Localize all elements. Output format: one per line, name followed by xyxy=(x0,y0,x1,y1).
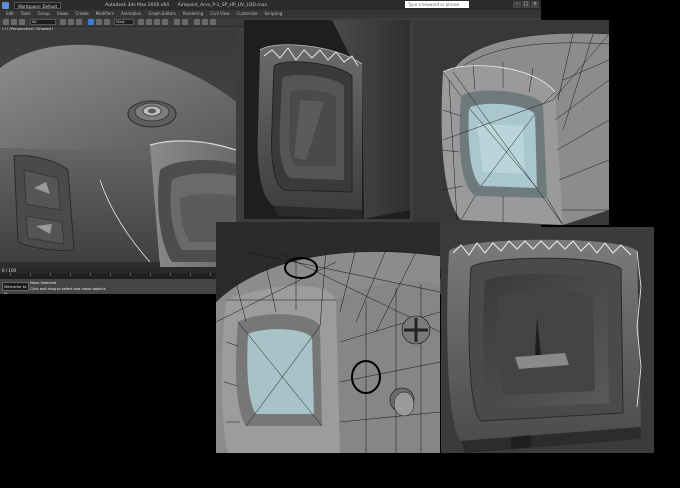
render-window-closeup xyxy=(441,227,654,453)
app-logo-icon[interactable] xyxy=(2,1,9,9)
prompt-line: Click and drag to select and move object… xyxy=(30,287,106,291)
menu-civil-view[interactable]: Civil View xyxy=(210,10,229,18)
menu-views[interactable]: Views xyxy=(57,10,69,18)
rim-render-image xyxy=(244,20,410,219)
render-setup-icon[interactable] xyxy=(202,19,208,25)
menu-edit[interactable]: Edit xyxy=(6,10,14,18)
window-closeup-image xyxy=(441,227,654,453)
perspective-viewport[interactable] xyxy=(0,30,236,267)
window-title-app: Autodesk 3ds Max 2016 x64 xyxy=(105,2,170,8)
pivot-icon[interactable] xyxy=(138,19,144,25)
search-input[interactable]: Type a keyword or phrase xyxy=(405,1,469,8)
render-icon[interactable] xyxy=(210,19,216,25)
rect-selection-icon[interactable] xyxy=(76,19,82,25)
rotate-icon[interactable] xyxy=(96,19,102,25)
close-icon[interactable]: × xyxy=(531,1,539,8)
shaded-model-render xyxy=(0,30,236,267)
mirror-icon[interactable] xyxy=(174,19,180,25)
menu-bar: Edit Tools Group Views Create Modifiers … xyxy=(0,10,541,18)
move-icon[interactable] xyxy=(88,19,94,25)
render-wireframe-back xyxy=(216,222,440,453)
menu-graph-editors[interactable]: Graph Editors xyxy=(148,10,175,18)
menu-scripting[interactable]: Scripting xyxy=(265,10,283,18)
wireframe-glass-image xyxy=(413,20,609,225)
menu-group[interactable]: Group xyxy=(38,10,50,18)
selection-filter-dropdown[interactable]: All xyxy=(30,19,56,25)
undo-icon[interactable] xyxy=(3,19,9,25)
maxscript-listener[interactable]: Welcome to M xyxy=(2,282,29,294)
scale-icon[interactable] xyxy=(104,19,110,25)
menu-customize[interactable]: Customize xyxy=(237,10,258,18)
workspace-dropdown[interactable]: Workspace: Default xyxy=(14,1,62,9)
menu-create[interactable]: Create xyxy=(75,10,88,18)
render-front-rim xyxy=(244,20,410,219)
menu-tools[interactable]: Tools xyxy=(21,10,31,18)
menu-modifiers[interactable]: Modifiers xyxy=(96,10,114,18)
wireframe-back-image xyxy=(216,222,440,453)
window-title-file: Aimpoint_Acro_P-1_SP_HP_UV_LOD.max xyxy=(177,2,268,8)
select-object-icon[interactable] xyxy=(60,19,66,25)
redo-icon[interactable] xyxy=(11,19,17,25)
selection-status: None Selected xyxy=(30,281,57,285)
align-icon[interactable] xyxy=(182,19,188,25)
render-wireframe-glass xyxy=(413,20,609,225)
window-title: Autodesk 3ds Max 2016 x64 Aimpoint_Acro_… xyxy=(105,3,267,8)
percent-snap-icon[interactable] xyxy=(162,19,168,25)
link-icon[interactable] xyxy=(19,19,25,25)
maximize-icon[interactable]: □ xyxy=(522,1,530,8)
window-controls: – □ × xyxy=(513,1,539,8)
angle-snap-icon[interactable] xyxy=(154,19,160,25)
menu-rendering[interactable]: Rendering xyxy=(183,10,203,18)
snap-icon[interactable] xyxy=(146,19,152,25)
menu-animation[interactable]: Animation xyxy=(121,10,141,18)
title-bar: Workspace: Default Autodesk 3ds Max 2016… xyxy=(0,0,541,10)
select-by-name-icon[interactable] xyxy=(68,19,74,25)
reference-coordinate-dropdown[interactable]: View xyxy=(114,19,134,25)
minimize-icon[interactable]: – xyxy=(513,1,521,8)
material-editor-icon[interactable] xyxy=(194,19,200,25)
